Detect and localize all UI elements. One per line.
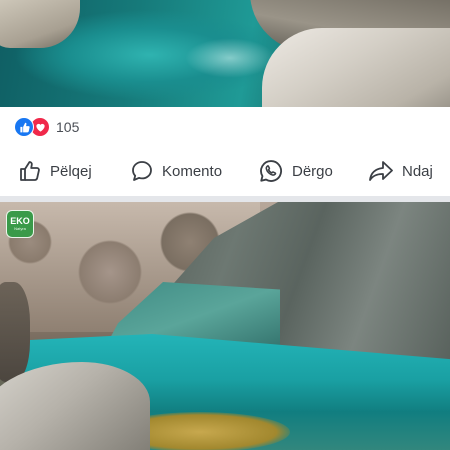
- rock-right: [262, 28, 450, 107]
- next-post-photo[interactable]: EKO Natyra: [0, 202, 450, 450]
- send-button[interactable]: Dërgo: [258, 156, 333, 186]
- post-action-bar: Pëlqej Komento Dërgo Ndaj: [0, 152, 450, 190]
- whatsapp-icon: [260, 160, 283, 182]
- share-button[interactable]: Ndaj: [368, 156, 433, 186]
- reaction-summary[interactable]: 105: [14, 117, 79, 137]
- share-arrow-icon: [369, 161, 393, 181]
- dark-rock-left: [0, 282, 30, 382]
- comment-button[interactable]: Komento: [130, 156, 222, 186]
- like-reaction-icon: [14, 117, 34, 137]
- comment-bubble-icon: [132, 161, 152, 181]
- send-label: Dërgo: [292, 162, 333, 180]
- rock-bottom-left: [0, 362, 150, 450]
- thumbs-up-icon: [20, 161, 40, 181]
- eko-watermark-logo: EKO Natyra: [6, 210, 34, 238]
- share-label: Ndaj: [402, 162, 433, 180]
- water-glint: [185, 38, 275, 78]
- like-label: Pëlqej: [50, 162, 92, 180]
- logo-text: EKO: [10, 216, 30, 226]
- reaction-count: 105: [56, 119, 80, 135]
- rock-top-left: [0, 0, 80, 48]
- like-button[interactable]: Pëlqej: [18, 156, 92, 186]
- logo-subtext: Natyra: [14, 226, 26, 231]
- post-photo-top[interactable]: [0, 0, 450, 107]
- comment-label: Komento: [162, 162, 223, 180]
